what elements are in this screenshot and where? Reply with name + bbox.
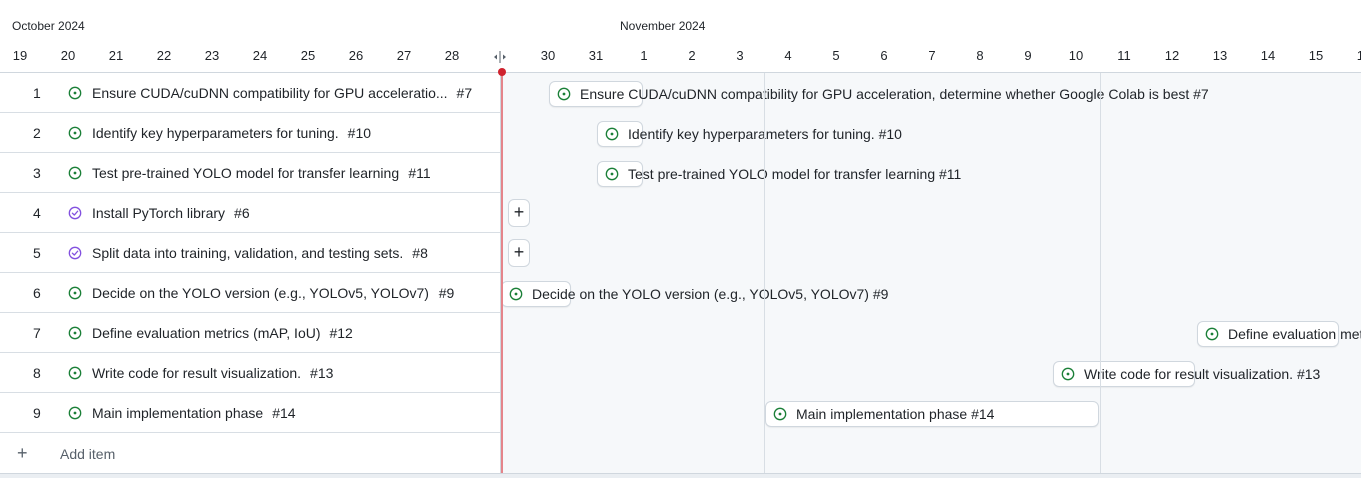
day-label: 7	[928, 48, 936, 63]
closed-issue-icon	[68, 206, 82, 220]
issue-number[interactable]: #9	[439, 285, 455, 301]
add-item-label: Add item	[60, 446, 116, 462]
issue-number[interactable]: #6	[234, 205, 250, 221]
day-label: 15	[1308, 48, 1324, 63]
week-gridline	[1100, 73, 1101, 473]
item-row[interactable]: 2 Identify key hyperparameters for tuning…	[0, 113, 500, 153]
today-marker-line	[501, 72, 503, 473]
day-label: 20	[60, 48, 76, 63]
timeline-bar-label: Ensure CUDA/cuDNN compatibility for GPU …	[580, 86, 1209, 102]
item-row[interactable]: 8 Write code for result visualization. #13	[0, 353, 500, 393]
day-label: 27	[396, 48, 412, 63]
row-number: 9	[33, 405, 41, 421]
open-issue-icon	[509, 287, 523, 301]
plus-icon[interactable]: +	[17, 443, 28, 464]
horizontal-scrollbar[interactable]	[0, 473, 1361, 478]
row-number: 3	[33, 165, 41, 181]
timeline-bar-label: Decide on the YOLO version (e.g., YOLOv5…	[532, 286, 889, 302]
day-label: 21	[108, 48, 124, 63]
issue-number[interactable]: #7	[457, 85, 473, 101]
item-title[interactable]: Write code for result visualization.	[92, 365, 301, 381]
day-label: 11	[1117, 48, 1131, 63]
day-label: 23	[204, 48, 220, 63]
day-label: 9	[1024, 48, 1032, 63]
day-label: 12	[1164, 48, 1180, 63]
item-row[interactable]: 4 Install PyTorch library #6	[0, 193, 500, 233]
day-label: 2	[688, 48, 696, 63]
day-label: 25	[300, 48, 316, 63]
row-number: 4	[33, 205, 41, 221]
timeline-bar-label: Define evaluation metrics (mAP, IoU) #12	[1228, 326, 1361, 342]
issue-number[interactable]: #8	[412, 245, 428, 261]
closed-issue-icon	[68, 246, 82, 260]
item-row[interactable]: 5 Split data into training, validation, a…	[0, 233, 500, 273]
item-title[interactable]: Decide on the YOLO version (e.g., YOLOv5…	[92, 285, 429, 301]
day-label: 31	[588, 48, 604, 63]
open-issue-icon	[68, 166, 82, 180]
item-row[interactable]: 9 Main implementation phase #14	[0, 393, 500, 433]
row-number: 7	[33, 325, 41, 341]
open-issue-icon	[68, 126, 82, 140]
open-issue-icon	[68, 326, 82, 340]
open-issue-icon	[605, 127, 619, 141]
open-issue-icon	[68, 406, 82, 420]
column-resize-icon[interactable]	[493, 50, 507, 64]
open-issue-icon	[68, 366, 82, 380]
add-date-button[interactable]: +	[508, 199, 530, 227]
timeline-bar-label: Main implementation phase #14	[796, 406, 995, 422]
item-title[interactable]: Split data into training, validation, an…	[92, 245, 403, 261]
day-label: 30	[540, 48, 556, 63]
day-label: 16	[1356, 48, 1361, 63]
item-title[interactable]: Define evaluation metrics (mAP, IoU)	[92, 325, 321, 341]
add-date-button[interactable]: +	[508, 239, 530, 267]
today-marker-dot	[498, 68, 506, 76]
day-label: 26	[348, 48, 364, 63]
open-issue-icon	[1061, 367, 1075, 381]
day-label: 14	[1260, 48, 1276, 63]
item-row[interactable]: 6 Decide on the YOLO version (e.g., YOLOv…	[0, 273, 500, 313]
issue-number[interactable]: #10	[348, 125, 371, 141]
open-issue-icon	[557, 87, 571, 101]
issue-number[interactable]: #11	[408, 165, 430, 181]
open-issue-icon	[605, 167, 619, 181]
day-label: 4	[784, 48, 792, 63]
open-issue-icon	[1205, 327, 1219, 341]
row-number: 5	[33, 245, 41, 261]
item-row[interactable]: 3 Test pre-trained YOLO model for transfe…	[0, 153, 500, 193]
open-issue-icon	[773, 407, 787, 421]
row-number: 8	[33, 365, 41, 381]
issue-number[interactable]: #13	[310, 365, 333, 381]
day-label: 6	[880, 48, 888, 63]
item-title[interactable]: Test pre-trained YOLO model for transfer…	[92, 165, 399, 181]
item-title[interactable]: Main implementation phase	[92, 405, 263, 421]
day-label: 1	[640, 48, 648, 63]
day-label: 5	[832, 48, 840, 63]
item-title[interactable]: Install PyTorch library	[92, 205, 225, 221]
month-label: October 2024	[12, 19, 85, 33]
day-label: 22	[156, 48, 172, 63]
open-issue-icon	[68, 86, 82, 100]
day-label: 13	[1212, 48, 1228, 63]
item-title[interactable]: Identify key hyperparameters for tuning.	[92, 125, 339, 141]
day-label: 19	[12, 48, 28, 63]
open-issue-icon	[68, 286, 82, 300]
add-item-row[interactable]: + Add item	[0, 434, 500, 473]
issue-number[interactable]: #14	[272, 405, 295, 421]
item-row[interactable]: 7 Define evaluation metrics (mAP, IoU) #12	[0, 313, 500, 353]
row-number: 6	[33, 285, 41, 301]
day-label: 24	[252, 48, 268, 63]
week-gridline	[764, 73, 765, 473]
day-label: 3	[736, 48, 744, 63]
timeline-bar-label: Write code for result visualization. #13	[1084, 366, 1321, 382]
month-label: November 2024	[620, 19, 706, 33]
day-label: 28	[444, 48, 460, 63]
issue-number[interactable]: #12	[329, 325, 352, 341]
item-title[interactable]: Ensure CUDA/cuDNN compatibility for GPU …	[92, 85, 448, 101]
row-number: 2	[33, 125, 41, 141]
item-row[interactable]: 1 Ensure CUDA/cuDNN compatibility for GPU…	[0, 73, 500, 113]
row-number: 1	[33, 85, 41, 101]
day-label: 8	[976, 48, 984, 63]
timeline-bar-label: Test pre-trained YOLO model for transfer…	[628, 166, 962, 182]
day-label: 10	[1068, 48, 1084, 63]
